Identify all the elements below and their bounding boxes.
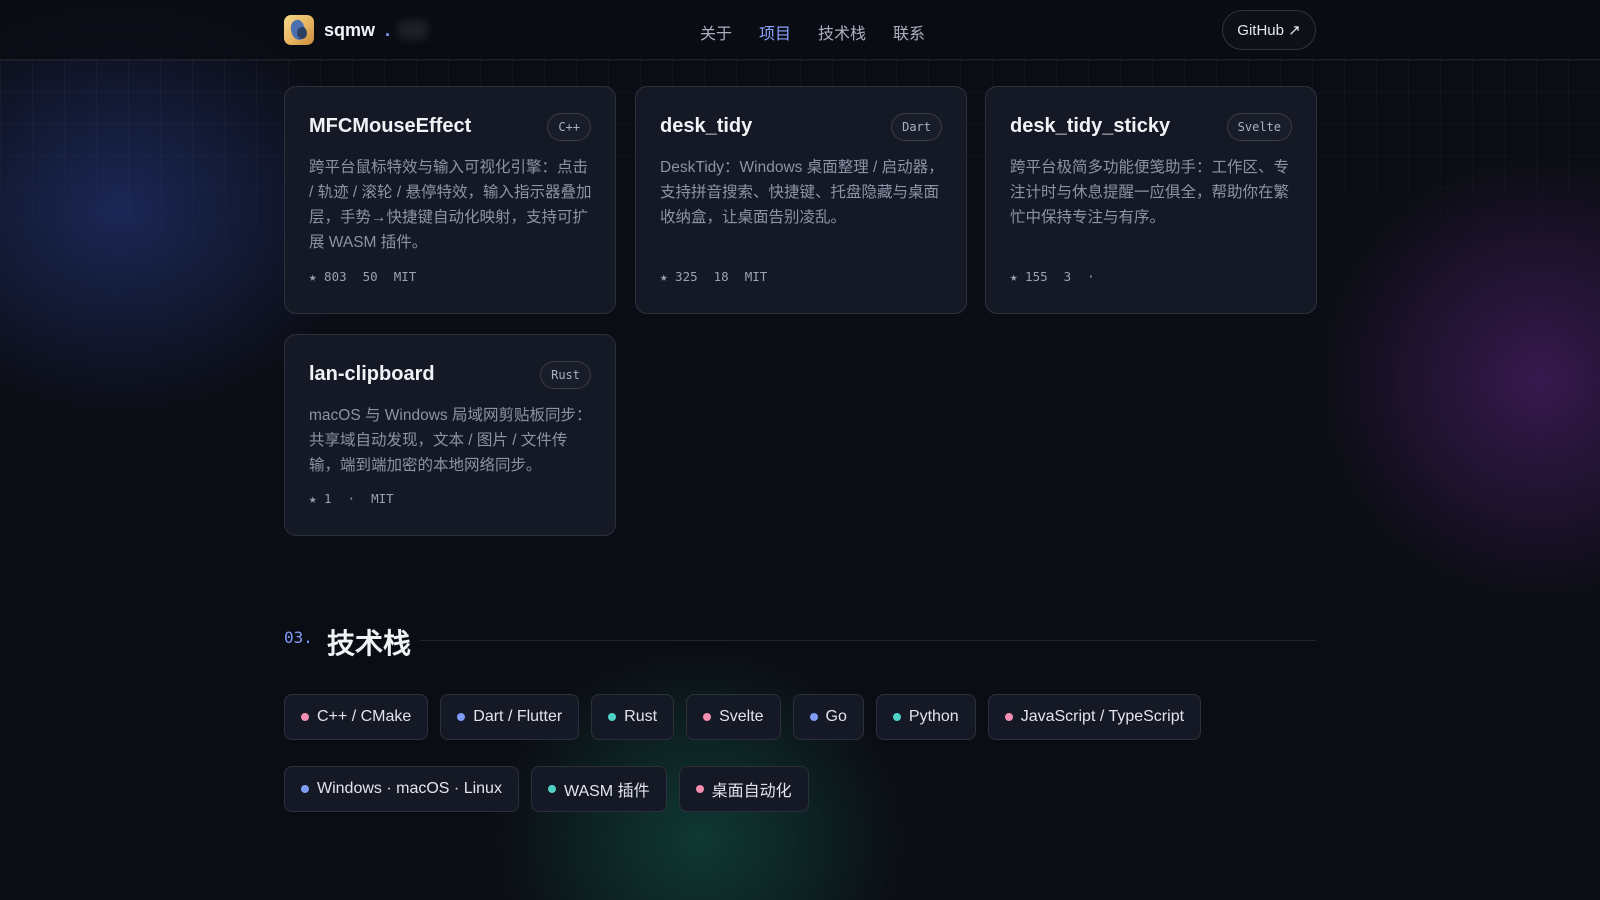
github-button[interactable]: GitHub ↗ (1222, 10, 1316, 50)
brand-dot: . (385, 19, 391, 40)
nav-link-stack[interactable]: 技术栈 (818, 20, 866, 44)
dot-icon (1004, 713, 1013, 721)
section-divider (420, 640, 1316, 641)
tech-chip-label: C++ / CMake (317, 708, 412, 725)
dot-icon (809, 713, 818, 721)
tech-chip-label: Rust (624, 708, 658, 725)
project-meta: ★ 803 50 MIT (309, 269, 416, 284)
tech-chip[interactable]: Svelte (686, 694, 781, 740)
project-description: 跨平台鼠标特效与输入可视化引擎：点击 / 轨迹 / 滚轮 / 悬停特效，输入指示… (309, 159, 592, 251)
star-count: ★ 325 (660, 269, 698, 284)
fork-count: 50 (362, 269, 378, 284)
license: MIT (393, 269, 417, 284)
tech-chip[interactable]: C++ / CMake (284, 694, 429, 740)
tech-chip[interactable]: Python (875, 694, 976, 740)
star-count: ★ 155 (1010, 269, 1048, 284)
dot-icon (892, 713, 901, 721)
dot-icon (547, 785, 556, 793)
dot-icon (703, 713, 712, 721)
dot-icon (301, 713, 309, 721)
fork-count: 3 (1063, 269, 1072, 284)
project-card-mfcmouseeffect[interactable]: MFCMouseEffect C++ 跨平台鼠标特效与输入可视化引擎：点击 / … (284, 86, 616, 314)
project-card-lan-clipboard[interactable]: lan-clipboard Rust macOS 与 Windows 局域网剪贴… (284, 334, 616, 536)
tech-chip[interactable]: 桌面自动化 (678, 766, 809, 812)
tech-chip-label: Windows · macOS · Linux (317, 780, 502, 797)
dot-icon (695, 785, 704, 793)
project-meta: ★ 325 18 MIT (660, 269, 767, 284)
tech-stack-list: C++ / CMake Dart / Flutter Rust Svelte G… (284, 694, 1324, 812)
project-title: lan-clipboard (309, 363, 435, 385)
section-number: 03. (284, 628, 313, 647)
tech-chip[interactable]: Windows · macOS · Linux (284, 766, 519, 812)
project-title: desk_tidy (660, 115, 753, 137)
nav-menu: 关于 项目 技术栈 联系 (700, 20, 925, 44)
language-badge: C++ (547, 113, 591, 141)
license: · (1087, 269, 1095, 284)
project-card-desk-tidy[interactable]: desk_tidy Dart DeskTidy：Windows 桌面整理 / 启… (635, 86, 967, 314)
language-badge: Dart (891, 113, 942, 141)
license: MIT (744, 269, 768, 284)
dot-icon (301, 785, 309, 793)
project-description: macOS 与 Windows 局域网剪贴板同步：共享域自动发现，文本 / 图片… (309, 407, 592, 474)
tech-chip[interactable]: WASM 插件 (530, 766, 667, 812)
project-description: DeskTidy：Windows 桌面整理 / 启动器，支持拼音搜索、快捷键、托… (660, 159, 944, 226)
fork-count: 18 (713, 269, 729, 284)
language-badge: Rust (540, 361, 591, 389)
tech-chip-label: 桌面自动化 (711, 783, 792, 800)
star-count: ★ 1 (309, 491, 332, 506)
tech-chip[interactable]: Go (792, 694, 864, 740)
avatar (284, 15, 314, 45)
tech-chip[interactable]: Dart / Flutter (440, 694, 580, 740)
tech-chip-label: Go (825, 708, 847, 725)
project-meta: ★ 1 · MIT (309, 491, 394, 506)
nav-link-about[interactable]: 关于 (700, 20, 732, 44)
project-card-desk-tidy-sticky[interactable]: desk_tidy_sticky Svelte 跨平台极简多功能便笺助手：工作区… (985, 86, 1317, 314)
tech-chip-label: Svelte (719, 708, 764, 725)
brand-name: sqmw (324, 19, 376, 40)
tech-chip-label: WASM 插件 (563, 783, 650, 800)
fork-count: · (347, 491, 356, 506)
tech-chip-label: Dart / Flutter (473, 708, 563, 725)
dot-icon (457, 713, 466, 721)
brand[interactable]: sqmw . (284, 15, 429, 45)
license: MIT (371, 491, 394, 506)
top-navbar: sqmw . 关于 项目 技术栈 联系 GitHub ↗ (0, 0, 1600, 60)
language-badge: Svelte (1226, 113, 1292, 141)
project-title: MFCMouseEffect (309, 115, 472, 137)
nav-link-projects[interactable]: 项目 (759, 20, 791, 44)
tech-chip[interactable]: Rust (591, 694, 675, 740)
brand-blur (398, 20, 429, 40)
project-description: 跨平台极简多功能便笺助手：工作区、专注计时与休息提醒一应俱全，帮助你在繁忙中保持… (1010, 159, 1290, 226)
tech-chip-label: Python (908, 708, 959, 725)
project-title: desk_tidy_sticky (1010, 115, 1171, 137)
tech-chip-label: JavaScript / TypeScript (1020, 708, 1185, 725)
project-meta: ★ 155 3 · (1010, 269, 1095, 284)
tech-chip[interactable]: JavaScript / TypeScript (987, 694, 1202, 740)
dot-icon (608, 713, 617, 721)
section-title: 技术栈 (327, 628, 412, 659)
nav-link-contact[interactable]: 联系 (893, 20, 925, 44)
star-count: ★ 803 (309, 269, 347, 284)
